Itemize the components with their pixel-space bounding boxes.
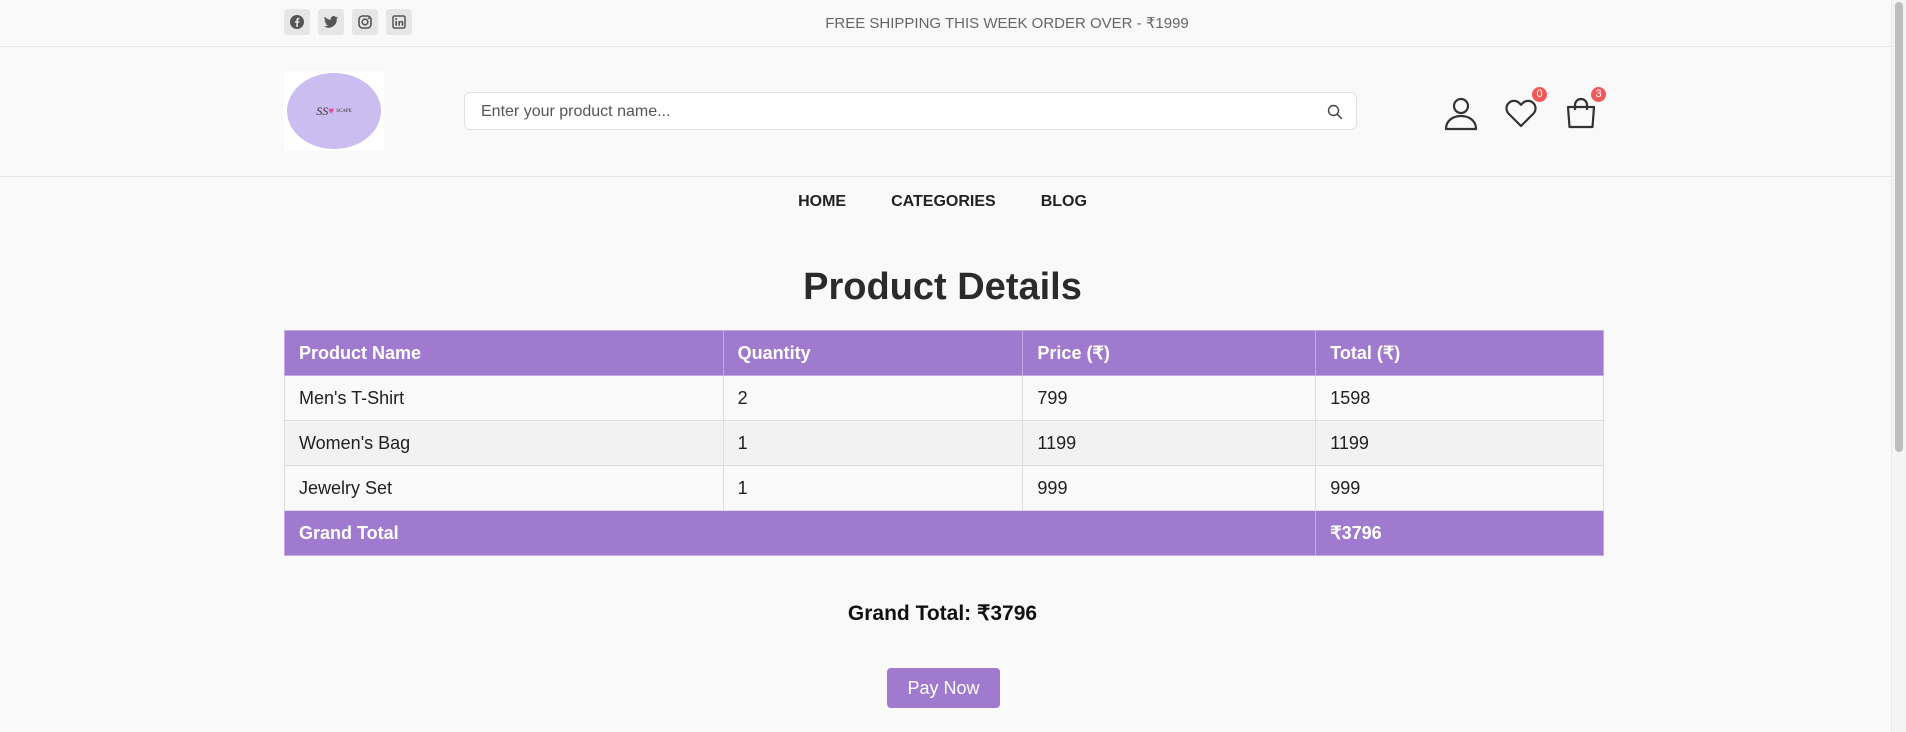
- cell-price: 799: [1022, 375, 1317, 421]
- nav-blog[interactable]: BLOG: [1041, 193, 1087, 211]
- column-header-quantity: Quantity: [722, 330, 1024, 376]
- table-row: Jewelry Set 1 999 999: [284, 465, 1604, 511]
- page-title: Product Details: [803, 266, 1082, 308]
- cell-product-name: Jewelry Set: [284, 465, 724, 511]
- cell-product-name: Men's T-Shirt: [284, 375, 724, 421]
- table-row: Women's Bag 1 1199 1199: [284, 420, 1604, 466]
- main-nav: HOME CATEGORIES BLOG: [0, 193, 1885, 211]
- column-header-product-name: Product Name: [284, 330, 724, 376]
- site-logo[interactable]: SS ♥ SCAPE: [284, 71, 384, 151]
- shipping-announcement: FREE SHIPPING THIS WEEK ORDER OVER - ₹19…: [825, 15, 1189, 32]
- cell-total: 1598: [1315, 375, 1604, 421]
- cart-count-badge: 3: [1591, 87, 1606, 102]
- cell-price: 999: [1022, 465, 1317, 511]
- user-icon[interactable]: [1443, 95, 1479, 131]
- grand-total-label: Grand Total: [283, 510, 1317, 556]
- column-header-price: Price (₹): [1022, 330, 1317, 376]
- page-scrollbar[interactable]: [1891, 0, 1906, 732]
- order-table: Product Name Quantity Price (₹) Total (₹…: [283, 330, 1604, 556]
- column-header-total: Total (₹): [1315, 330, 1604, 376]
- grand-total-summary: Grand Total: ₹3796: [847, 602, 1038, 625]
- cell-product-name: Women's Bag: [284, 420, 724, 466]
- cell-quantity: 1: [722, 465, 1024, 511]
- pay-now-button[interactable]: Pay Now: [887, 668, 1000, 708]
- grand-total-value: ₹3796: [1315, 510, 1604, 556]
- logo-mark: SS ♥ SCAPE: [287, 73, 381, 149]
- table-header-row: Product Name Quantity Price (₹) Total (₹…: [284, 330, 1604, 376]
- grand-total-row: Grand Total ₹3796: [283, 510, 1604, 556]
- scrollbar-thumb[interactable]: [1895, 2, 1903, 452]
- nav-categories[interactable]: CATEGORIES: [891, 193, 996, 211]
- wishlist-heart-icon[interactable]: [1503, 95, 1539, 131]
- search-input[interactable]: [479, 93, 1303, 131]
- cell-quantity: 1: [722, 420, 1024, 466]
- cell-quantity: 2: [722, 375, 1024, 421]
- site-header: SS♥SCAPE 0 3: [0, 47, 1906, 177]
- table-row: Men's T-Shirt 2 799 1598: [284, 375, 1604, 421]
- cell-total: 1199: [1315, 420, 1604, 466]
- wishlist-count-badge: 0: [1532, 87, 1547, 102]
- top-bar: FREE SHIPPING THIS WEEK ORDER OVER - ₹19…: [0, 0, 1906, 47]
- nav-home[interactable]: HOME: [798, 193, 846, 211]
- cell-price: 1199: [1022, 420, 1317, 466]
- search-icon[interactable]: [1326, 103, 1344, 121]
- cell-total: 999: [1315, 465, 1604, 511]
- search-bar: [464, 92, 1357, 131]
